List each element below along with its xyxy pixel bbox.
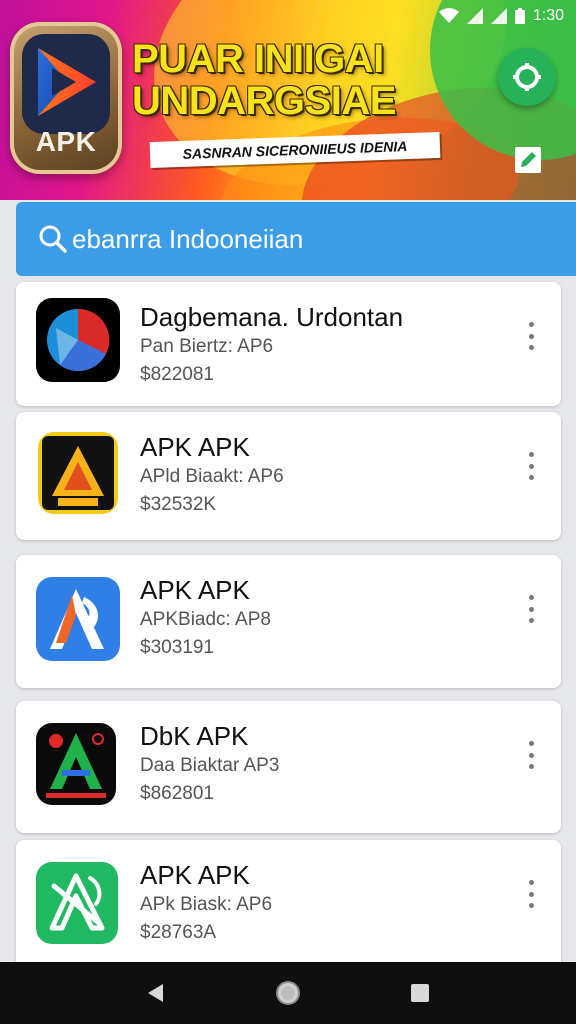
app-list-item[interactable]: APK APK APk Biask: AP6 $28763A — [16, 840, 561, 970]
header-banner: 1:30 APK PUAR INIIGAI UNDARGSIAE SASNRAN… — [0, 0, 576, 200]
app-description: Pan Biertz: AP6 — [140, 336, 274, 357]
banner-title: PUAR INIIGAI UNDARGSIAE — [132, 38, 462, 122]
app-name: APK APK — [140, 860, 250, 890]
home-button[interactable] — [268, 973, 308, 1013]
apk-logo: APK — [10, 22, 122, 174]
banner-title-line-2: UNDARGSIAE — [132, 79, 396, 123]
signal-icon — [466, 8, 483, 24]
app-list-item[interactable]: DbK APK Daa Biaktar AP3 $862801 — [16, 701, 561, 833]
app-list-item[interactable]: APK APK APKBiadc: AP8 $303191 — [16, 555, 561, 688]
app-description: APld Biaakt: AP6 — [140, 466, 284, 487]
circle-app-icon — [36, 298, 120, 382]
settings-button[interactable] — [498, 48, 556, 106]
more-options-icon[interactable] — [519, 450, 543, 482]
green-a-app-icon — [36, 723, 116, 805]
app-name: APK APK — [140, 575, 250, 605]
app-list-item[interactable]: APK APK APld Biaakt: AP6 $32532K — [16, 412, 561, 540]
banner-title-line-1: PUAR INIIGAI — [132, 37, 384, 81]
app-description: APk Biask: AP6 — [140, 894, 273, 915]
app-name: APK APK — [140, 432, 250, 462]
more-options-icon[interactable] — [519, 593, 543, 625]
home-icon — [276, 981, 300, 1005]
app-name: DbK APK — [140, 721, 249, 751]
recents-icon — [411, 984, 429, 1002]
app-size: $303191 — [140, 637, 214, 658]
app-description: Daa Biaktar AP3 — [140, 755, 280, 776]
app-size: $822081 — [140, 364, 214, 385]
edit-icon — [515, 147, 541, 173]
app-list-item[interactable]: Dagbemana. Urdontan Pan Biertz: AP6 $822… — [16, 282, 561, 406]
play-logo-icon — [38, 48, 96, 116]
navigation-bar — [0, 962, 576, 1024]
recents-button[interactable] — [400, 973, 440, 1013]
search-input[interactable] — [72, 223, 542, 255]
signal-icon-2 — [490, 8, 507, 24]
triangle-app-icon — [38, 432, 118, 514]
status-time: 1:30 — [532, 7, 564, 24]
app-size: $862801 — [140, 783, 214, 804]
search-icon — [39, 225, 67, 253]
logo-text: APK — [35, 126, 97, 157]
app-description: APKBiadc: AP8 — [140, 609, 271, 630]
more-options-icon[interactable] — [519, 320, 543, 352]
blue-a-app-icon — [36, 577, 120, 661]
more-options-icon[interactable] — [519, 739, 543, 771]
edit-button[interactable] — [508, 140, 548, 180]
green-x-app-icon — [36, 862, 118, 944]
back-icon — [148, 984, 163, 1002]
status-bar: 1:30 — [438, 4, 564, 28]
app-size: $32532K — [140, 494, 217, 515]
gear-icon — [513, 63, 541, 91]
back-button[interactable] — [136, 973, 176, 1013]
wifi-icon — [438, 8, 459, 23]
app-name: Dagbemana. Urdontan — [140, 302, 404, 332]
app-size: $28763A — [140, 922, 217, 943]
search-bar[interactable] — [16, 202, 576, 276]
more-options-icon[interactable] — [519, 878, 543, 910]
battery-icon — [514, 8, 525, 24]
